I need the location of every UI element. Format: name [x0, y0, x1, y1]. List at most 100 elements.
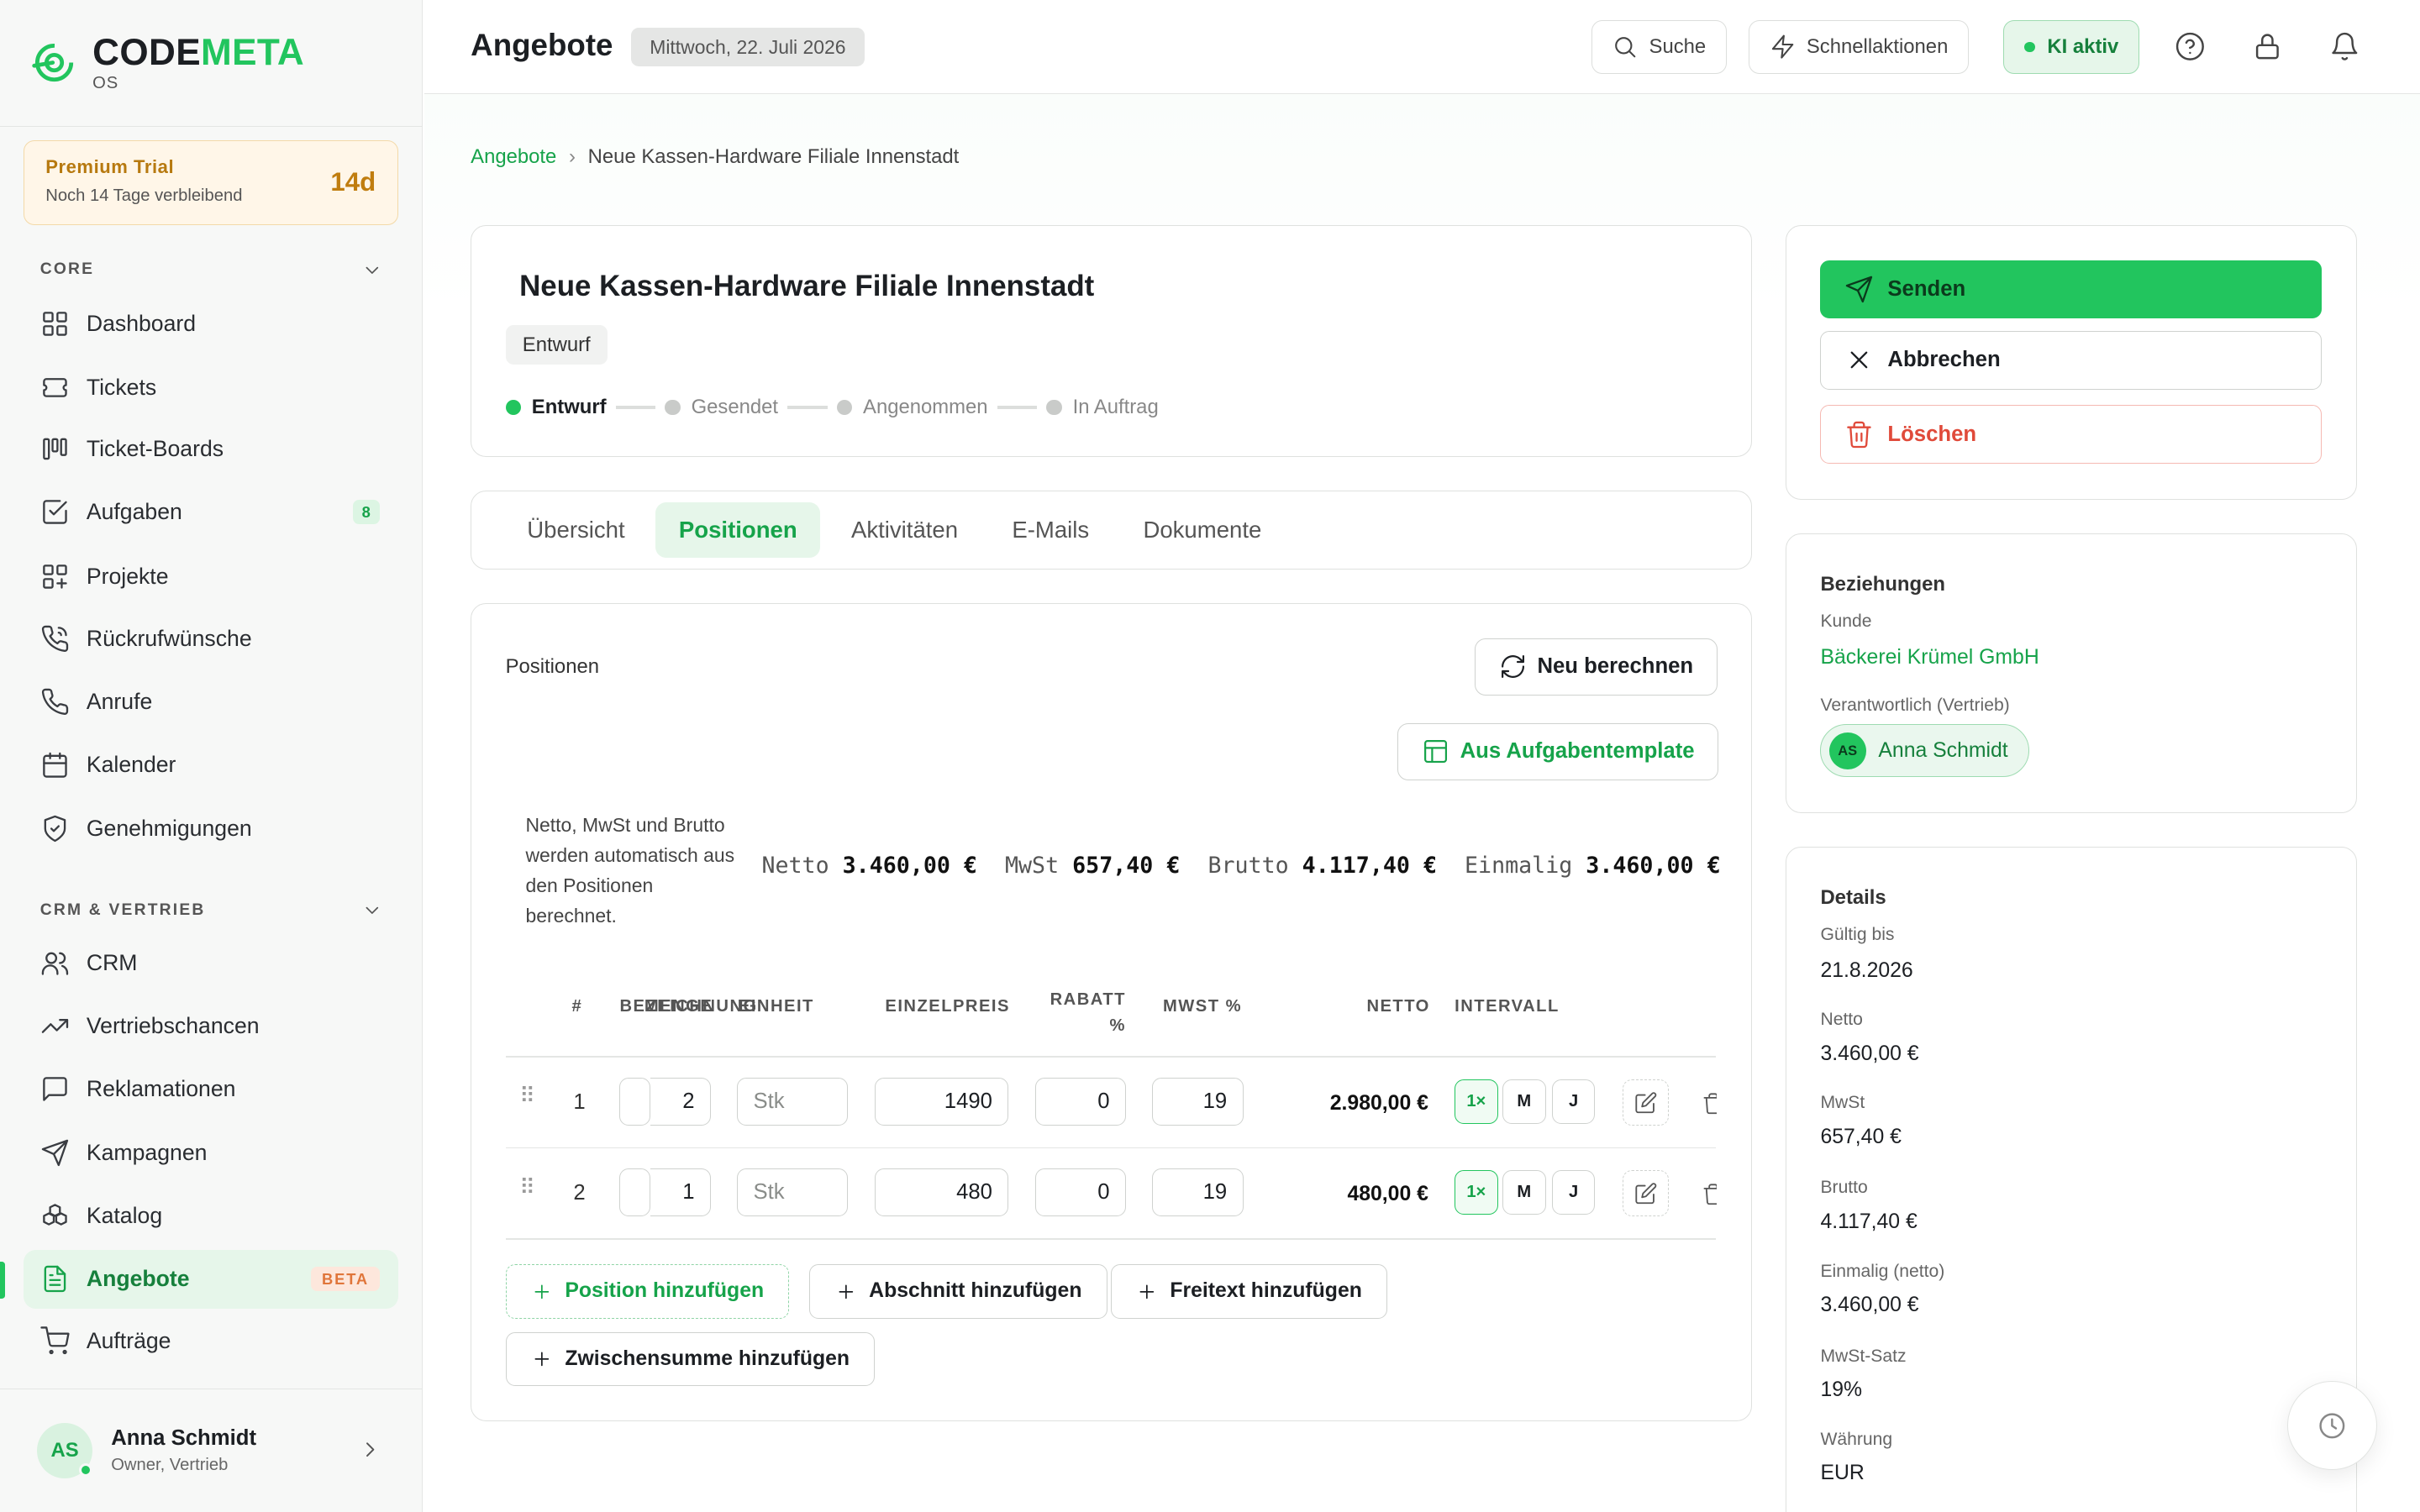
sidebar-item-kalender[interactable]: Kalender: [24, 736, 398, 795]
delete-row-button[interactable]: [1702, 1092, 1718, 1116]
recalculate-button[interactable]: Neu berechnen: [1475, 638, 1718, 696]
cancel-button[interactable]: Abbrechen: [1820, 331, 2323, 390]
lightning-icon: [1771, 34, 1794, 60]
interval-monthly-button[interactable]: M: [1502, 1079, 1546, 1125]
menge-input[interactable]: 1: [650, 1168, 711, 1217]
user-role: Owner, Vertrieb: [111, 1455, 229, 1474]
breadcrumb-root-link[interactable]: Angebote: [471, 145, 556, 169]
sidebar-item-crm[interactable]: CRM: [24, 933, 398, 992]
detail-label: Währung: [1820, 1429, 1893, 1449]
bezeichnung-input[interactable]: [619, 1168, 651, 1217]
einheit-input[interactable]: Stk: [737, 1168, 849, 1217]
rabatt-input[interactable]: 0: [1034, 1078, 1126, 1126]
bezeichnung-input[interactable]: [619, 1078, 651, 1126]
sum-netto: Netto 3.460,00 €: [761, 852, 977, 879]
section-core-header[interactable]: CORE: [40, 260, 383, 281]
einzelpreis-input[interactable]: 480: [874, 1168, 1009, 1217]
drag-handle-icon[interactable]: ⠿: [519, 1084, 535, 1109]
lock-button[interactable]: [2252, 31, 2283, 62]
send-button[interactable]: Senden: [1820, 260, 2323, 319]
bell-icon: [2331, 32, 2357, 60]
sidebar-item-ticket-boards[interactable]: Ticket-Boards: [24, 420, 398, 479]
calculation-note: Netto, MwSt und Brutto werden automatisc…: [525, 814, 735, 927]
section-crm-header[interactable]: CRM & VERTRIEB: [40, 900, 383, 921]
sidebar-item-kampagnen[interactable]: Kampagnen: [24, 1123, 398, 1182]
sidebar-item-anrufe[interactable]: Anrufe: [24, 673, 398, 732]
delete-row-button[interactable]: [1702, 1183, 1718, 1206]
clock-icon: [2319, 1413, 2345, 1439]
add-freetext-button[interactable]: Freitext hinzufügen: [1110, 1264, 1388, 1319]
tab-dokumente[interactable]: Dokumente: [1120, 502, 1285, 558]
sidebar-item-aufgaben[interactable]: Aufgaben 8: [24, 483, 398, 542]
step-angenommen: Angenommen: [836, 396, 988, 419]
users-icon: [41, 952, 68, 975]
interval-yearly-button[interactable]: J: [1551, 1079, 1596, 1125]
add-section-button[interactable]: Abschnitt hinzufügen: [809, 1264, 1107, 1319]
logo[interactable]: CODEMETA OS: [0, 0, 423, 127]
detail-value: 657,40 €: [1820, 1125, 1902, 1148]
col-einzelpreis: EINZELPREIS: [885, 997, 1010, 1016]
add-subtotal-button[interactable]: Zwischensumme hinzufügen: [505, 1332, 876, 1387]
detail-label: Netto: [1820, 1010, 1863, 1030]
detail-label: MwSt: [1820, 1093, 1865, 1113]
tab-aktivitaeten[interactable]: Aktivitäten: [828, 502, 981, 558]
owner-chip[interactable]: AS Anna Schmidt: [1820, 724, 2029, 777]
search-button[interactable]: Suche: [1591, 19, 1728, 75]
sidebar-item-angebote[interactable]: Angebote BETA: [23, 1249, 398, 1309]
menge-input[interactable]: 2: [650, 1078, 711, 1126]
phone-icon: [41, 688, 68, 716]
sidebar-item-reklamationen[interactable]: Reklamationen: [24, 1060, 398, 1119]
step-gesendet: Gesendet: [665, 396, 778, 419]
trial-subtitle: Noch 14 Tage verbleibend: [45, 186, 243, 205]
history-fab[interactable]: [2286, 1380, 2377, 1471]
sidebar-item-genehmigungen[interactable]: Genehmigungen: [24, 799, 398, 858]
detail-label: Einmalig (netto): [1820, 1261, 1945, 1281]
task-template-button[interactable]: Aus Aufgabentemplate: [1397, 722, 1719, 780]
sidebar-item-vertriebschancen[interactable]: Vertriebschancen: [24, 997, 398, 1056]
sum-brutto: Brutto 4.117,40 €: [1207, 852, 1437, 879]
customer-link[interactable]: Bäckerei Krümel GmbH: [1820, 646, 2039, 669]
interval-once-button[interactable]: 1×: [1455, 1079, 1498, 1125]
customer-label: Kunde: [1820, 612, 1872, 632]
totals-summary: Netto 3.460,00 € MwSt 657,40 € Brutto 4.…: [761, 853, 1720, 879]
interval-once-button[interactable]: 1×: [1455, 1170, 1498, 1215]
sidebar-item-tickets[interactable]: Tickets: [24, 358, 398, 417]
sidebar-item-dashboard[interactable]: Dashboard: [24, 295, 398, 354]
edit-row-button[interactable]: [1623, 1079, 1670, 1126]
sidebar-item-projekte[interactable]: Projekte: [24, 548, 398, 606]
rabatt-input[interactable]: 0: [1034, 1168, 1126, 1217]
sidebar-item-auftraege[interactable]: Aufträge: [24, 1311, 398, 1370]
edit-row-button[interactable]: [1623, 1170, 1670, 1217]
tab-emails[interactable]: E-Mails: [989, 502, 1113, 558]
delete-button[interactable]: Löschen: [1820, 405, 2323, 464]
mwst-input[interactable]: 19: [1152, 1168, 1244, 1217]
tab-uebersicht[interactable]: Übersicht: [504, 502, 648, 558]
checkbox-icon: [42, 500, 67, 525]
boxes-icon: [42, 1204, 67, 1226]
interval-yearly-button[interactable]: J: [1551, 1170, 1596, 1215]
detail-value: 4.117,40 €: [1820, 1210, 1918, 1233]
callback-icon: [41, 625, 68, 652]
user-menu[interactable]: AS Anna Schmidt Owner, Vertrieb: [0, 1389, 424, 1512]
notifications-button[interactable]: [2329, 31, 2360, 62]
sum-mwst: MwSt 657,40 €: [1005, 852, 1181, 879]
help-button[interactable]: [2175, 31, 2206, 62]
add-position-button[interactable]: Position hinzufügen: [505, 1264, 790, 1319]
row-divider: [505, 1147, 1716, 1149]
sidebar-item-katalog[interactable]: Katalog: [24, 1186, 398, 1245]
premium-trial-banner[interactable]: Premium Trial Noch 14 Tage verbleibend 1…: [23, 140, 398, 226]
mwst-input[interactable]: 19: [1152, 1078, 1244, 1126]
einheit-input[interactable]: Stk: [737, 1078, 849, 1126]
ki-status-button[interactable]: KI aktiv: [2003, 19, 2140, 75]
col-netto: NETTO: [1366, 997, 1430, 1016]
interval-monthly-button[interactable]: M: [1502, 1170, 1546, 1215]
quick-actions-button[interactable]: Schnellaktionen: [1748, 19, 1970, 75]
sidebar: CODEMETA OS Premium Trial Noch 14 Tage v…: [0, 0, 424, 1512]
einzelpreis-input[interactable]: 1490: [874, 1078, 1009, 1126]
page-title: Angebote: [471, 28, 613, 63]
row-netto: 480,00 €: [1347, 1182, 1428, 1205]
sidebar-item-rueckrufwuensche[interactable]: Rückrufwünsche: [24, 609, 398, 668]
tab-positionen[interactable]: Positionen: [655, 501, 821, 558]
drag-handle-icon[interactable]: ⠿: [519, 1175, 535, 1200]
calendar-icon: [42, 752, 67, 778]
